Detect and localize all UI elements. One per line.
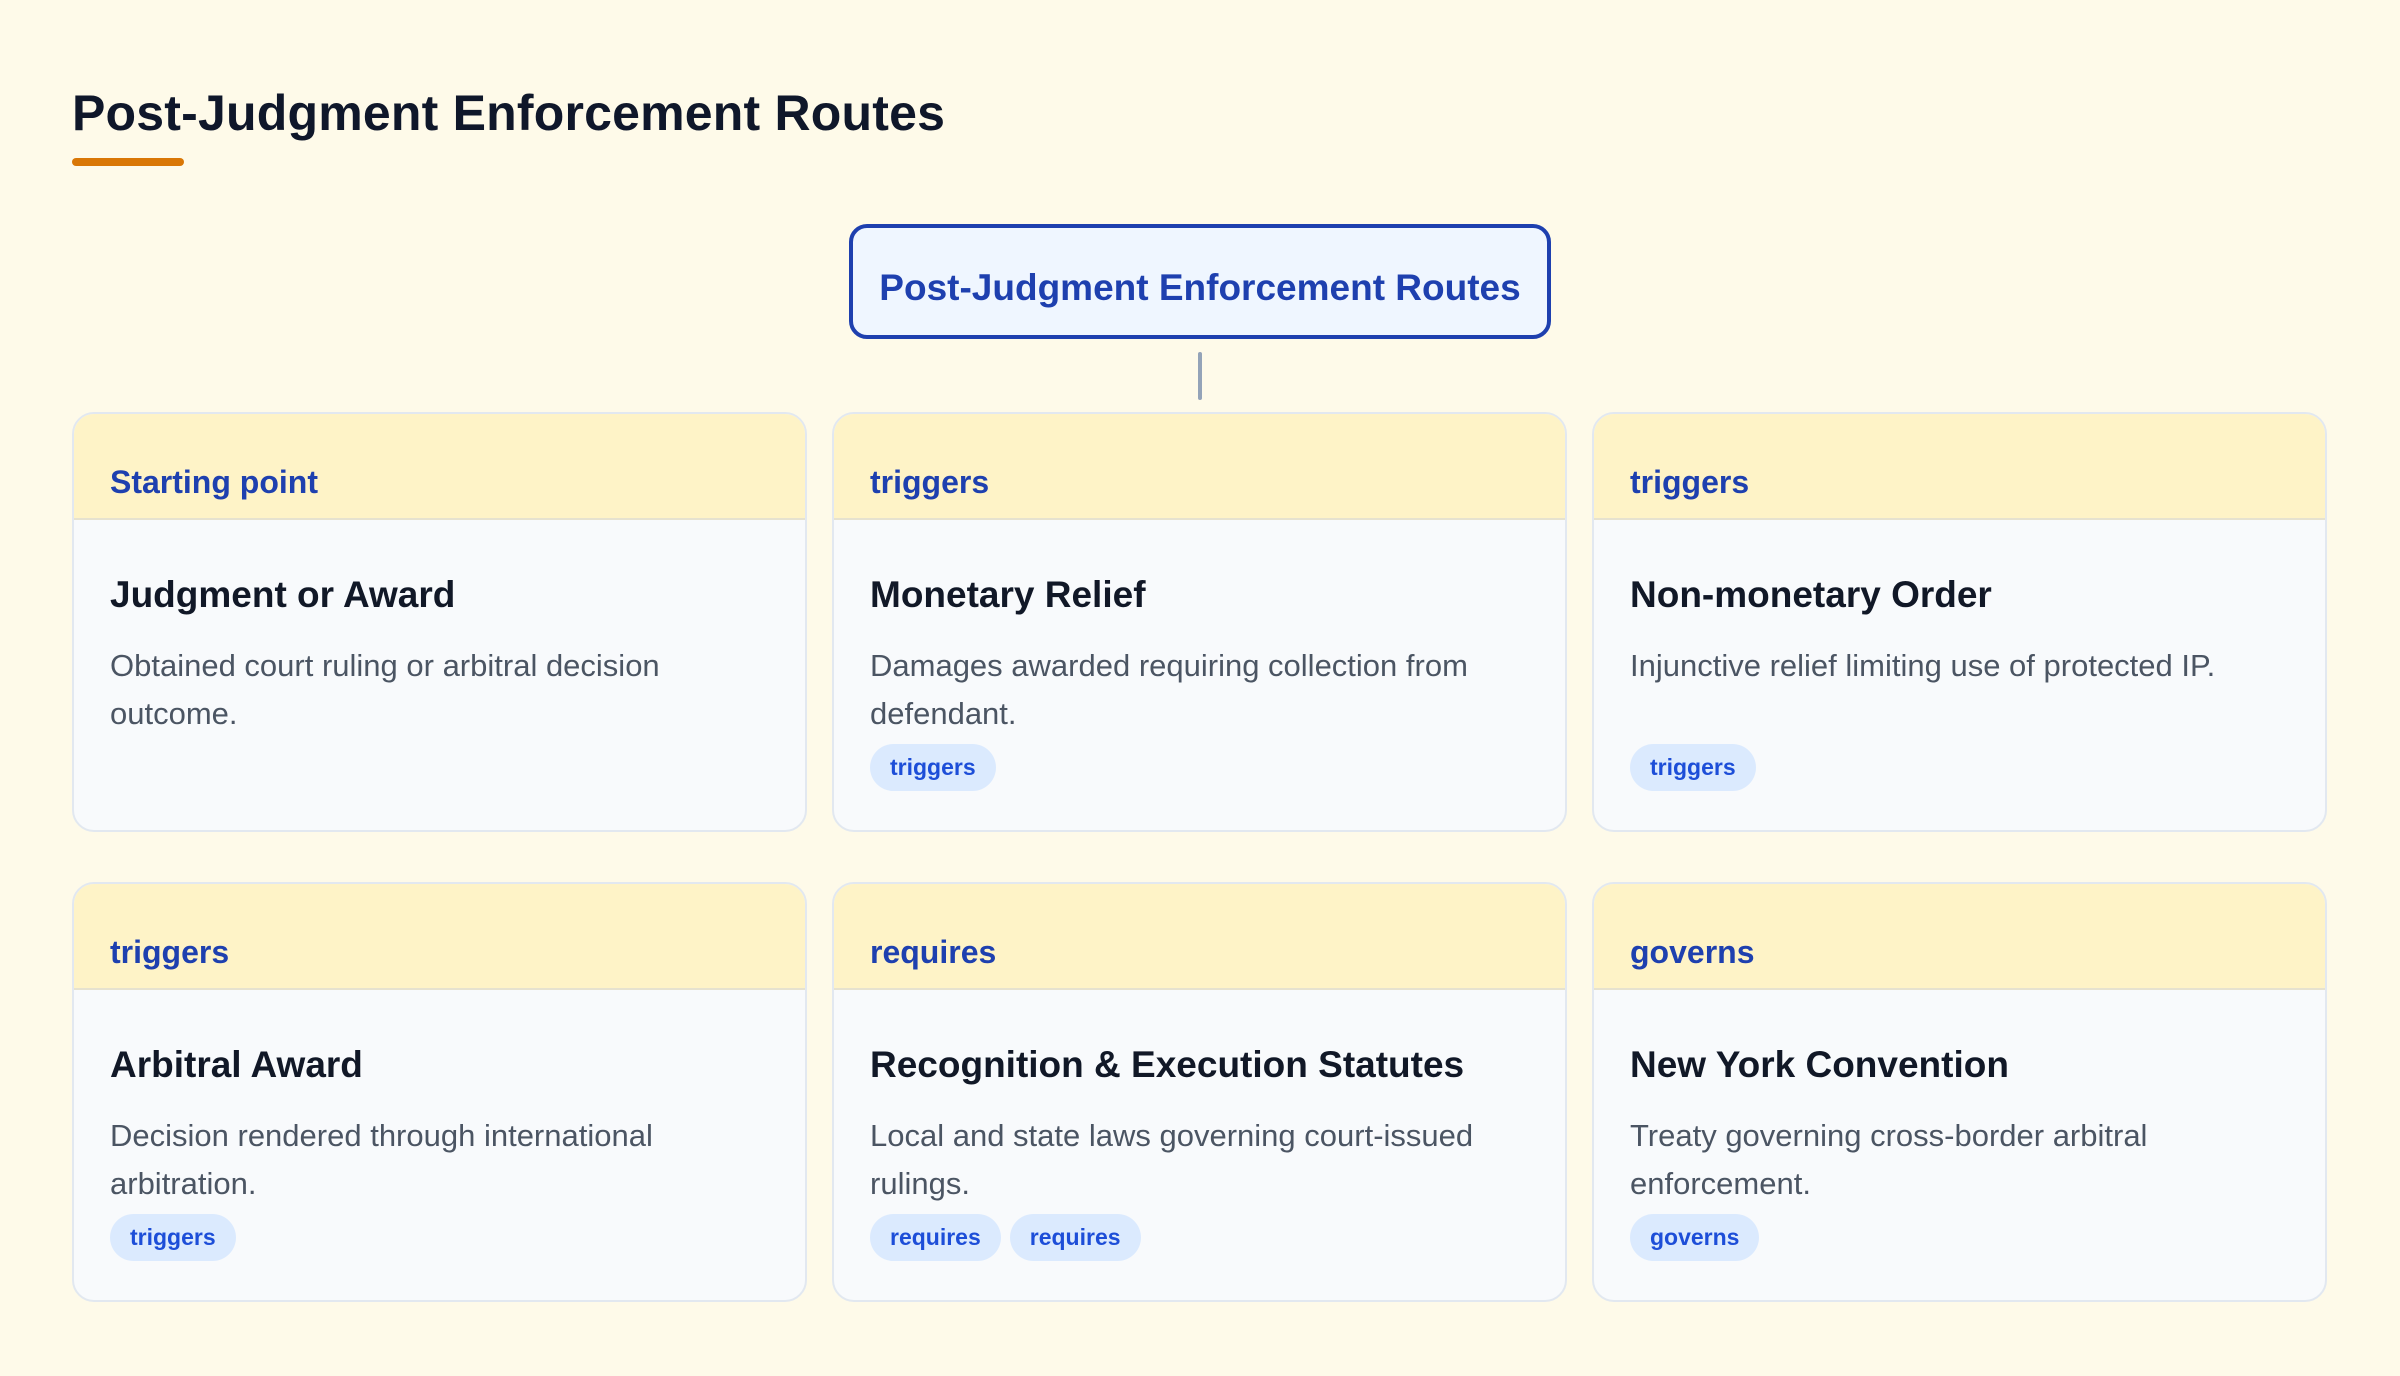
relation-tag[interactable]: requires [1009, 1214, 1141, 1261]
card-description: Treaty governing cross-border arbitral e… [1630, 1118, 2148, 1201]
card-header: requires [834, 884, 1565, 990]
diagram-page: Post-Judgment Enforcement Routes Post-Ju… [0, 0, 2400, 1376]
card-category: triggers [1630, 464, 1750, 500]
relation-tag[interactable]: requires [870, 1214, 1001, 1261]
relation-tag[interactable]: governs [1630, 1214, 1760, 1261]
card-title: Arbitral Award [110, 1044, 363, 1085]
card-category: Starting point [110, 464, 318, 500]
card-header: governs [1594, 884, 2325, 990]
card-title: Monetary Relief [870, 574, 1146, 615]
card-body: Recognition & Execution Statutes Local a… [834, 990, 1565, 1261]
root-connector-line [1198, 352, 1202, 400]
relation-tag[interactable]: triggers [1630, 744, 1756, 791]
card-body: Non-monetary Order Injunctive relief lim… [1594, 520, 2325, 791]
card-header: triggers [1594, 414, 2325, 520]
card-body: New York Convention Treaty governing cro… [1594, 990, 2325, 1261]
card-tags: governs [1630, 1214, 2289, 1261]
title-underline [72, 158, 184, 166]
card-body: Monetary Relief Damages awarded requirin… [834, 520, 1565, 791]
card-tags: requires requires [870, 1214, 1529, 1261]
card-title: New York Convention [1630, 1044, 2009, 1085]
card-description: Local and state laws governing court-iss… [870, 1118, 1474, 1201]
card-judgment-or-award[interactable]: Starting point Judgment or Award Obtaine… [72, 412, 807, 832]
card-description: Obtained court ruling or arbitral decisi… [110, 648, 660, 731]
card-header: Starting point [74, 414, 805, 520]
card-body: Judgment or Award Obtained court ruling … [74, 520, 805, 744]
card-title: Recognition & Execution Statutes [870, 1044, 1465, 1085]
card-non-monetary-order[interactable]: triggers Non-monetary Order Injunctive r… [1592, 412, 2327, 832]
card-category: triggers [870, 464, 990, 500]
root-node-label: Post-Judgment Enforcement Routes [879, 266, 1521, 308]
card-monetary-relief[interactable]: triggers Monetary Relief Damages awarded… [832, 412, 1567, 832]
card-category: requires [870, 934, 997, 970]
card-description: Decision rendered through international … [110, 1118, 653, 1201]
card-tags: triggers [870, 744, 1529, 791]
card-header: triggers [74, 884, 805, 990]
relation-tag[interactable]: triggers [110, 1214, 236, 1261]
card-category: triggers [110, 934, 230, 970]
card-description: Injunctive relief limiting use of protec… [1630, 648, 2216, 683]
card-body: Arbitral Award Decision rendered through… [74, 990, 805, 1261]
card-arbitral-award[interactable]: triggers Arbitral Award Decision rendere… [72, 882, 807, 1302]
card-description: Damages awarded requiring collection fro… [870, 648, 1468, 731]
page-title: Post-Judgment Enforcement Routes [72, 85, 946, 141]
card-tags: triggers [1630, 744, 2289, 791]
card-title: Non-monetary Order [1630, 574, 1992, 615]
card-new-york-convention[interactable]: governs New York Convention Treaty gover… [1592, 882, 2327, 1302]
card-category: governs [1630, 934, 1755, 970]
card-title: Judgment or Award [110, 574, 456, 615]
card-recognition-execution-statutes[interactable]: requires Recognition & Execution Statute… [832, 882, 1567, 1302]
card-tags: triggers [110, 1214, 769, 1261]
relation-tag[interactable]: triggers [870, 744, 996, 791]
card-header: triggers [834, 414, 1565, 520]
root-node[interactable]: Post-Judgment Enforcement Routes [849, 224, 1551, 339]
